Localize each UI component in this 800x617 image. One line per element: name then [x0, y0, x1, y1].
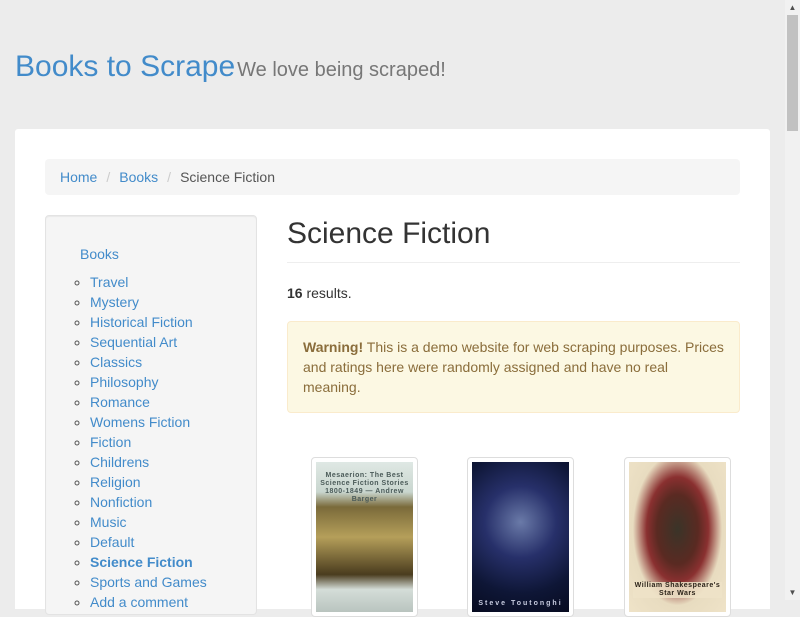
page-scrollbar[interactable]: ▲ ▼	[785, 0, 800, 600]
category-link[interactable]: Science Fiction	[90, 554, 193, 570]
alert-title: Warning!	[303, 339, 364, 355]
category-list: Travel Mystery Historical Fiction Sequentia…	[80, 272, 256, 612]
category-item: Travel	[90, 272, 256, 292]
category-link[interactable]: Childrens	[90, 454, 149, 470]
site-header: Books to Scrape We love being scraped!	[15, 50, 446, 84]
tagline: We love being scraped!	[237, 59, 446, 81]
breadcrumb: Home / Books / Science Fiction	[45, 159, 740, 195]
category-link[interactable]: Mystery	[90, 294, 139, 310]
category-item: Romance	[90, 392, 256, 412]
breadcrumb-current: Science Fiction	[180, 169, 275, 185]
category-item: Sequential Art	[90, 332, 256, 352]
scroll-down-arrow-icon[interactable]: ▼	[785, 585, 800, 600]
book-cover-image: William Shakespeare's Star Wars	[629, 462, 726, 612]
alert-text: This is a demo website for web scraping …	[303, 339, 724, 395]
main-content: Science Fiction 16 results. Warning! Thi…	[287, 215, 740, 617]
category-item: Historical Fiction	[90, 312, 256, 332]
category-sidebar: Books Travel Mystery Historical Fiction Seq…	[45, 215, 257, 615]
sidebar-books-link[interactable]: Books	[80, 246, 119, 262]
category-item: Womens Fiction	[90, 412, 256, 432]
category-link[interactable]: Music	[90, 514, 127, 530]
book-cover-link[interactable]: William Shakespeare's Star Wars	[624, 457, 731, 617]
category-link[interactable]: Womens Fiction	[90, 414, 190, 430]
book-cover-image: Mesaerion: The Best Science Fiction Stor…	[316, 462, 413, 612]
category-item: Default	[90, 532, 256, 552]
category-link[interactable]: Philosophy	[90, 374, 159, 390]
results-label: results.	[302, 285, 352, 301]
breadcrumb-separator: /	[106, 169, 111, 185]
breadcrumb-separator: /	[167, 169, 172, 185]
category-link[interactable]: Sports and Games	[90, 574, 207, 590]
book-cover-link[interactable]: Mesaerion: The Best Science Fiction Stor…	[311, 457, 418, 617]
category-link[interactable]: Romance	[90, 394, 150, 410]
category-link[interactable]: Nonfiction	[90, 494, 152, 510]
category-link[interactable]: Classics	[90, 354, 142, 370]
category-link[interactable]: Default	[90, 534, 134, 550]
category-item: Fiction	[90, 432, 256, 452]
scrollbar-thumb[interactable]	[787, 15, 798, 131]
category-item: Mystery	[90, 292, 256, 312]
book-cover-text: William Shakespeare's Star Wars	[633, 582, 722, 598]
book-cover-image: Steve Toutonghi	[472, 462, 569, 612]
book-cover-link[interactable]: Steve Toutonghi	[467, 457, 574, 617]
results-count: 16 results.	[287, 285, 740, 301]
page-container: Home / Books / Science Fiction Books Travel M…	[15, 129, 770, 617]
category-item: Philosophy	[90, 372, 256, 392]
category-link[interactable]: Travel	[90, 274, 128, 290]
breadcrumb-home[interactable]: Home	[60, 169, 97, 185]
scroll-up-arrow-icon[interactable]: ▲	[785, 0, 800, 15]
book-cover-text: Mesaerion: The Best Science Fiction Stor…	[320, 472, 409, 503]
category-item: Classics	[90, 352, 256, 372]
brand-link[interactable]: Books to Scrape	[15, 50, 235, 83]
category-link[interactable]: Sequential Art	[90, 334, 177, 350]
category-link[interactable]: Add a comment	[90, 594, 188, 610]
results-number: 16	[287, 285, 303, 301]
warning-alert: Warning! This is a demo website for web …	[287, 321, 740, 413]
category-link[interactable]: Fiction	[90, 434, 131, 450]
category-item: Religion	[90, 472, 256, 492]
breadcrumb-books[interactable]: Books	[119, 169, 158, 185]
category-link[interactable]: Historical Fiction	[90, 314, 193, 330]
book-cover-text: Steve Toutonghi	[478, 600, 563, 607]
category-item: Music	[90, 512, 256, 532]
category-link[interactable]: Religion	[90, 474, 141, 490]
category-item: Science Fiction	[90, 552, 256, 572]
page-title: Science Fiction	[287, 215, 740, 263]
category-item: Sports and Games	[90, 572, 256, 592]
category-item: Childrens	[90, 452, 256, 472]
category-item: Nonfiction	[90, 492, 256, 512]
category-item: Add a comment	[90, 592, 256, 612]
